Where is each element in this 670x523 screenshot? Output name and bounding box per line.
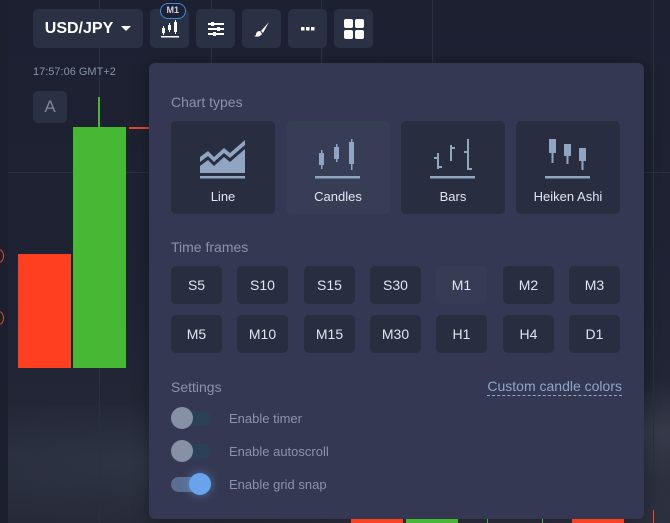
candle-up bbox=[406, 519, 458, 523]
timeframe-h1[interactable]: H1 bbox=[436, 315, 487, 353]
candle-down bbox=[18, 254, 71, 368]
timeframe-m5[interactable]: M5 bbox=[171, 315, 222, 353]
setting-label: Enable autoscroll bbox=[229, 443, 329, 459]
candle-wick bbox=[98, 97, 100, 127]
chart-type-line[interactable]: Line bbox=[171, 121, 275, 214]
timeframe-badge: M1 bbox=[159, 3, 187, 19]
setting-enable-grid-snap: Enable grid snap bbox=[171, 473, 327, 495]
timeframe-h4[interactable]: H4 bbox=[503, 315, 554, 353]
timeframe-s30[interactable]: S30 bbox=[370, 266, 421, 304]
setting-enable-autoscroll: Enable autoscroll bbox=[171, 440, 329, 462]
candle-down bbox=[572, 519, 624, 523]
timeframe-m1[interactable]: M1 bbox=[436, 266, 487, 304]
setting-enable-timer: Enable timer bbox=[171, 407, 302, 429]
timeframe-d1[interactable]: D1 bbox=[569, 315, 620, 353]
chevron-down-icon bbox=[121, 26, 132, 31]
drawing-button[interactable] bbox=[242, 9, 281, 48]
candlestick-icon bbox=[160, 19, 179, 37]
candle-wick bbox=[542, 519, 543, 523]
chart-type-heiken-ashi[interactable]: Heiken Ashi bbox=[516, 121, 620, 214]
timeframe-m30[interactable]: M30 bbox=[370, 315, 421, 353]
indicators-button[interactable] bbox=[196, 9, 235, 48]
chart-types-title: Chart types bbox=[171, 94, 243, 110]
chart-type-button[interactable]: M1 bbox=[150, 3, 189, 48]
more-button[interactable] bbox=[288, 9, 327, 48]
settings-title: Settings bbox=[171, 379, 222, 395]
asset-pair-label: USD/JPY bbox=[44, 19, 114, 37]
sliders-icon bbox=[207, 21, 224, 36]
timeframe-s15[interactable]: S15 bbox=[304, 266, 355, 304]
candle-down bbox=[351, 519, 403, 523]
toggle-knob bbox=[171, 407, 193, 429]
chart-type-label: Heiken Ashi bbox=[533, 189, 603, 204]
heiken-ashi-icon bbox=[545, 139, 590, 179]
timeframe-m10[interactable]: M10 bbox=[237, 315, 288, 353]
candle-up bbox=[73, 127, 126, 368]
candles-icon bbox=[315, 139, 360, 179]
setting-label: Enable timer bbox=[229, 410, 302, 426]
toggle-knob bbox=[171, 440, 193, 462]
candle-wick bbox=[487, 519, 488, 523]
chart-type-candles[interactable]: Candles bbox=[286, 121, 390, 214]
dots-icon bbox=[300, 26, 314, 30]
chart-toolbar: USD/JPY M1 bbox=[33, 3, 373, 48]
grid-icon bbox=[343, 18, 364, 39]
candle-wick bbox=[653, 510, 654, 523]
timeframe-m15[interactable]: M15 bbox=[304, 315, 355, 353]
chart-type-label: Candles bbox=[314, 189, 362, 204]
toggle-knob bbox=[189, 473, 211, 495]
setting-label: Enable grid snap bbox=[229, 476, 327, 492]
line-chart-icon bbox=[200, 140, 245, 179]
bars-icon bbox=[430, 139, 475, 179]
grid-line bbox=[653, 0, 654, 523]
chart-type-bars[interactable]: Bars bbox=[401, 121, 505, 214]
timeframe-m2[interactable]: M2 bbox=[503, 266, 554, 304]
layout-button[interactable] bbox=[334, 9, 373, 48]
time-frames-title: Time frames bbox=[171, 239, 249, 255]
timeframe-s5[interactable]: S5 bbox=[171, 266, 222, 304]
enable-timer-toggle[interactable] bbox=[171, 407, 211, 429]
brush-icon bbox=[253, 21, 269, 37]
current-price-line bbox=[129, 127, 151, 129]
chart-type-label: Line bbox=[210, 189, 236, 204]
chart-settings-panel: Chart types Line Candles Bars Heiken Ash… bbox=[149, 63, 644, 519]
enable-autoscroll-toggle[interactable] bbox=[171, 440, 211, 462]
asset-selector-button[interactable]: USD/JPY bbox=[33, 9, 143, 48]
enable-grid-snap-toggle[interactable] bbox=[171, 473, 211, 495]
custom-candle-colors-link[interactable]: Custom candle colors bbox=[487, 378, 622, 396]
timeframe-s10[interactable]: S10 bbox=[237, 266, 288, 304]
server-time: 17:57:06 GMT+2 bbox=[33, 66, 116, 78]
auto-scale-button[interactable]: A bbox=[33, 91, 67, 123]
chart-type-label: Bars bbox=[439, 189, 467, 204]
timeframe-m3[interactable]: M3 bbox=[569, 266, 620, 304]
